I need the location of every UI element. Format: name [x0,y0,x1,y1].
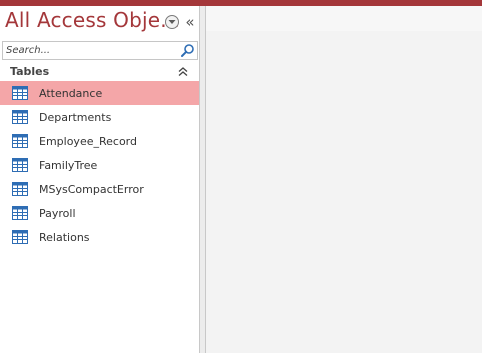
nav-item-label: Attendance [39,86,103,100]
nav-item-relations[interactable]: Relations [0,225,199,249]
nav-item-departments[interactable]: Departments [0,105,199,129]
table-list: Attendance Departments Employee_Record Fami… [0,81,199,249]
table-icon [12,230,28,244]
nav-item-payroll[interactable]: Payroll [0,201,199,225]
nav-item-familytree[interactable]: FamilyTree [0,153,199,177]
nav-item-label: Payroll [39,206,76,220]
table-icon [12,134,28,148]
table-icon [12,206,28,220]
document-tab-strip [206,6,482,31]
nav-pane-header: All Access Obje... « [0,6,201,38]
nav-item-label: Departments [39,110,112,124]
table-icon [12,110,28,124]
search-box [2,41,198,60]
nav-item-label: Employee_Record [39,134,137,148]
nav-pane-title[interactable]: All Access Obje... [5,8,180,32]
group-header-tables[interactable]: Tables [0,64,199,81]
table-icon [12,158,28,172]
table-icon [12,182,28,196]
search-input[interactable] [3,42,179,59]
group-label: Tables [10,65,50,78]
nav-item-label: MSysCompactError [39,182,144,196]
access-window: All Access Obje... « Tables Attendance De… [0,0,482,353]
nav-item-msyscompacterror[interactable]: MSysCompactError [0,177,199,201]
nav-pane-menu-button[interactable] [165,15,179,29]
double-chevron-up-icon[interactable] [177,66,189,78]
table-icon [12,86,28,100]
nav-item-employee-record[interactable]: Employee_Record [0,129,199,153]
nav-item-attendance[interactable]: Attendance [0,81,199,105]
chevron-down-icon [168,20,176,24]
nav-item-label: FamilyTree [39,158,98,172]
search-icon[interactable] [180,43,195,58]
shutter-bar-collapse-button[interactable]: « [183,13,197,31]
nav-item-label: Relations [39,230,90,244]
pane-splitter[interactable] [199,6,206,353]
document-workspace [206,6,482,353]
